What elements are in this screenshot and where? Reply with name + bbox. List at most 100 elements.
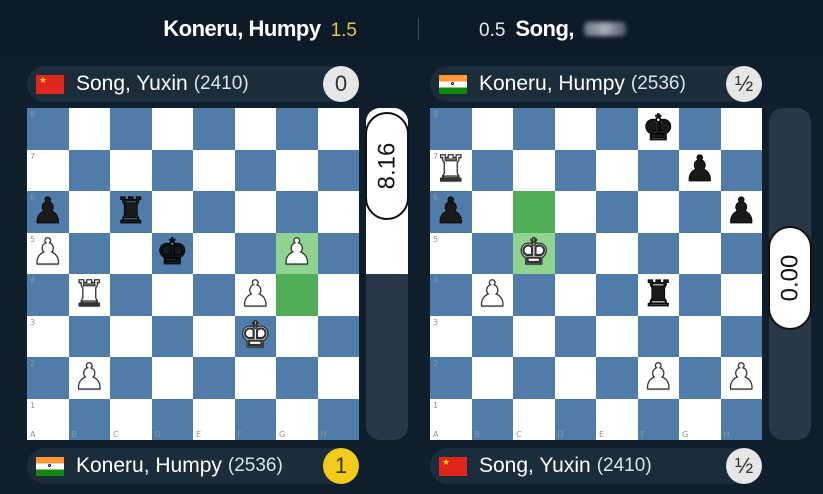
square-f6[interactable]	[234, 191, 276, 233]
square-d4[interactable]	[554, 274, 596, 316]
square-b2[interactable]: ♟	[68, 357, 110, 399]
square-h4[interactable]	[720, 274, 762, 316]
square-b8[interactable]	[68, 108, 110, 150]
square-b3[interactable]	[68, 315, 110, 357]
square-h4[interactable]	[317, 274, 359, 316]
square-b4[interactable]: ♜	[68, 274, 110, 316]
square-e6[interactable]	[193, 191, 235, 233]
square-b5[interactable]	[68, 232, 110, 274]
square-d2[interactable]	[151, 357, 193, 399]
white-rook-icon[interactable]: ♜	[72, 276, 106, 313]
square-b7[interactable]	[68, 149, 110, 191]
square-a8[interactable]: 8	[27, 108, 69, 150]
square-h3[interactable]	[720, 315, 762, 357]
white-pawn-icon[interactable]: ♟	[475, 276, 509, 313]
square-a6[interactable]: 6 ♟	[430, 191, 472, 233]
square-g5[interactable]	[679, 232, 721, 274]
square-c6[interactable]: ♜	[110, 191, 152, 233]
square-d3[interactable]	[151, 315, 193, 357]
square-b3[interactable]	[471, 315, 513, 357]
square-a3[interactable]: 3	[430, 315, 472, 357]
square-h7[interactable]	[720, 149, 762, 191]
square-e4[interactable]	[193, 274, 235, 316]
square-d1[interactable]: D	[554, 398, 596, 440]
square-a1[interactable]: 1A	[430, 398, 472, 440]
square-g3[interactable]	[679, 315, 721, 357]
square-a6[interactable]: 6 ♟	[27, 191, 69, 233]
black-pawn-icon[interactable]: ♟	[725, 193, 758, 230]
square-h5[interactable]	[720, 232, 762, 274]
square-c2[interactable]	[110, 357, 152, 399]
square-d7[interactable]	[554, 149, 596, 191]
square-f2[interactable]	[234, 357, 276, 399]
black-king-icon[interactable]: ♚	[642, 110, 675, 147]
square-c3[interactable]	[513, 315, 555, 357]
square-h2[interactable]: ♟	[720, 357, 762, 399]
square-d3[interactable]	[554, 315, 596, 357]
board1-top-player-bar[interactable]: ★ Song, Yuxin (2410) 0	[27, 66, 359, 102]
board2-top-player-bar[interactable]: Koneru, Humpy (2536) ½	[430, 66, 762, 102]
square-d7[interactable]	[151, 149, 193, 191]
square-g6[interactable]	[276, 191, 318, 233]
square-d2[interactable]	[554, 357, 596, 399]
square-a3[interactable]: 3	[27, 315, 69, 357]
square-a4[interactable]: 4	[27, 274, 69, 316]
black-rook-icon[interactable]: ♜	[642, 276, 675, 313]
board1-bottom-player-bar[interactable]: Koneru, Humpy (2536) 1	[27, 448, 359, 484]
square-c7[interactable]	[513, 149, 555, 191]
square-h8[interactable]	[720, 108, 762, 150]
square-f1[interactable]: F	[637, 398, 679, 440]
square-e3[interactable]	[596, 315, 638, 357]
square-f7[interactable]	[637, 149, 679, 191]
square-d5[interactable]	[554, 232, 596, 274]
square-c7[interactable]	[110, 149, 152, 191]
square-e7[interactable]	[596, 149, 638, 191]
square-e7[interactable]	[193, 149, 235, 191]
square-c2[interactable]	[513, 357, 555, 399]
black-king-icon[interactable]: ♚	[156, 234, 189, 271]
square-a7[interactable]: 7	[27, 149, 69, 191]
square-f3[interactable]	[637, 315, 679, 357]
square-e1[interactable]: E	[596, 398, 638, 440]
square-d6[interactable]	[554, 191, 596, 233]
black-rook-icon[interactable]: ♜	[114, 193, 147, 230]
square-c4[interactable]	[513, 274, 555, 316]
square-e2[interactable]	[193, 357, 235, 399]
square-a2[interactable]: 2	[430, 357, 472, 399]
square-b5[interactable]	[471, 232, 513, 274]
square-f6[interactable]	[637, 191, 679, 233]
square-e5[interactable]	[193, 232, 235, 274]
chess-board-1[interactable]: 8 7 6 ♟ ♜ 5 ♟ ♚ ♟ 4 ♜ ♟ 3 ♚ 2 ♟ 1 A B C D E F G H	[27, 108, 359, 440]
square-h6[interactable]	[317, 191, 359, 233]
square-e8[interactable]	[596, 108, 638, 150]
square-c1[interactable]: C	[110, 398, 152, 440]
square-b4[interactable]: ♟	[471, 274, 513, 316]
square-c1[interactable]: C	[513, 398, 555, 440]
square-g7[interactable]	[276, 149, 318, 191]
square-d1[interactable]: D	[151, 398, 193, 440]
square-e8[interactable]	[193, 108, 235, 150]
square-b2[interactable]	[471, 357, 513, 399]
white-rook-icon[interactable]: ♜	[434, 151, 468, 188]
square-g5[interactable]: ♟	[276, 232, 318, 274]
square-c8[interactable]	[110, 108, 152, 150]
board2-bottom-player-bar[interactable]: ★ Song, Yuxin (2410) ½	[430, 448, 762, 484]
square-a5[interactable]: 5	[430, 232, 472, 274]
square-c5[interactable]: ♚	[513, 232, 555, 274]
square-b1[interactable]: B	[471, 398, 513, 440]
white-pawn-icon[interactable]: ♟	[724, 359, 758, 396]
square-c8[interactable]	[513, 108, 555, 150]
square-a2[interactable]: 2	[27, 357, 69, 399]
square-g1[interactable]: G	[679, 398, 721, 440]
square-g8[interactable]	[276, 108, 318, 150]
square-a7[interactable]: 7 ♜	[430, 149, 472, 191]
square-f8[interactable]	[234, 108, 276, 150]
white-pawn-icon[interactable]: ♟	[641, 359, 675, 396]
square-g1[interactable]: G	[276, 398, 318, 440]
square-g2[interactable]	[679, 357, 721, 399]
square-g3[interactable]	[276, 315, 318, 357]
square-f5[interactable]	[234, 232, 276, 274]
square-b8[interactable]	[471, 108, 513, 150]
square-d5[interactable]: ♚	[151, 232, 193, 274]
square-h2[interactable]	[317, 357, 359, 399]
